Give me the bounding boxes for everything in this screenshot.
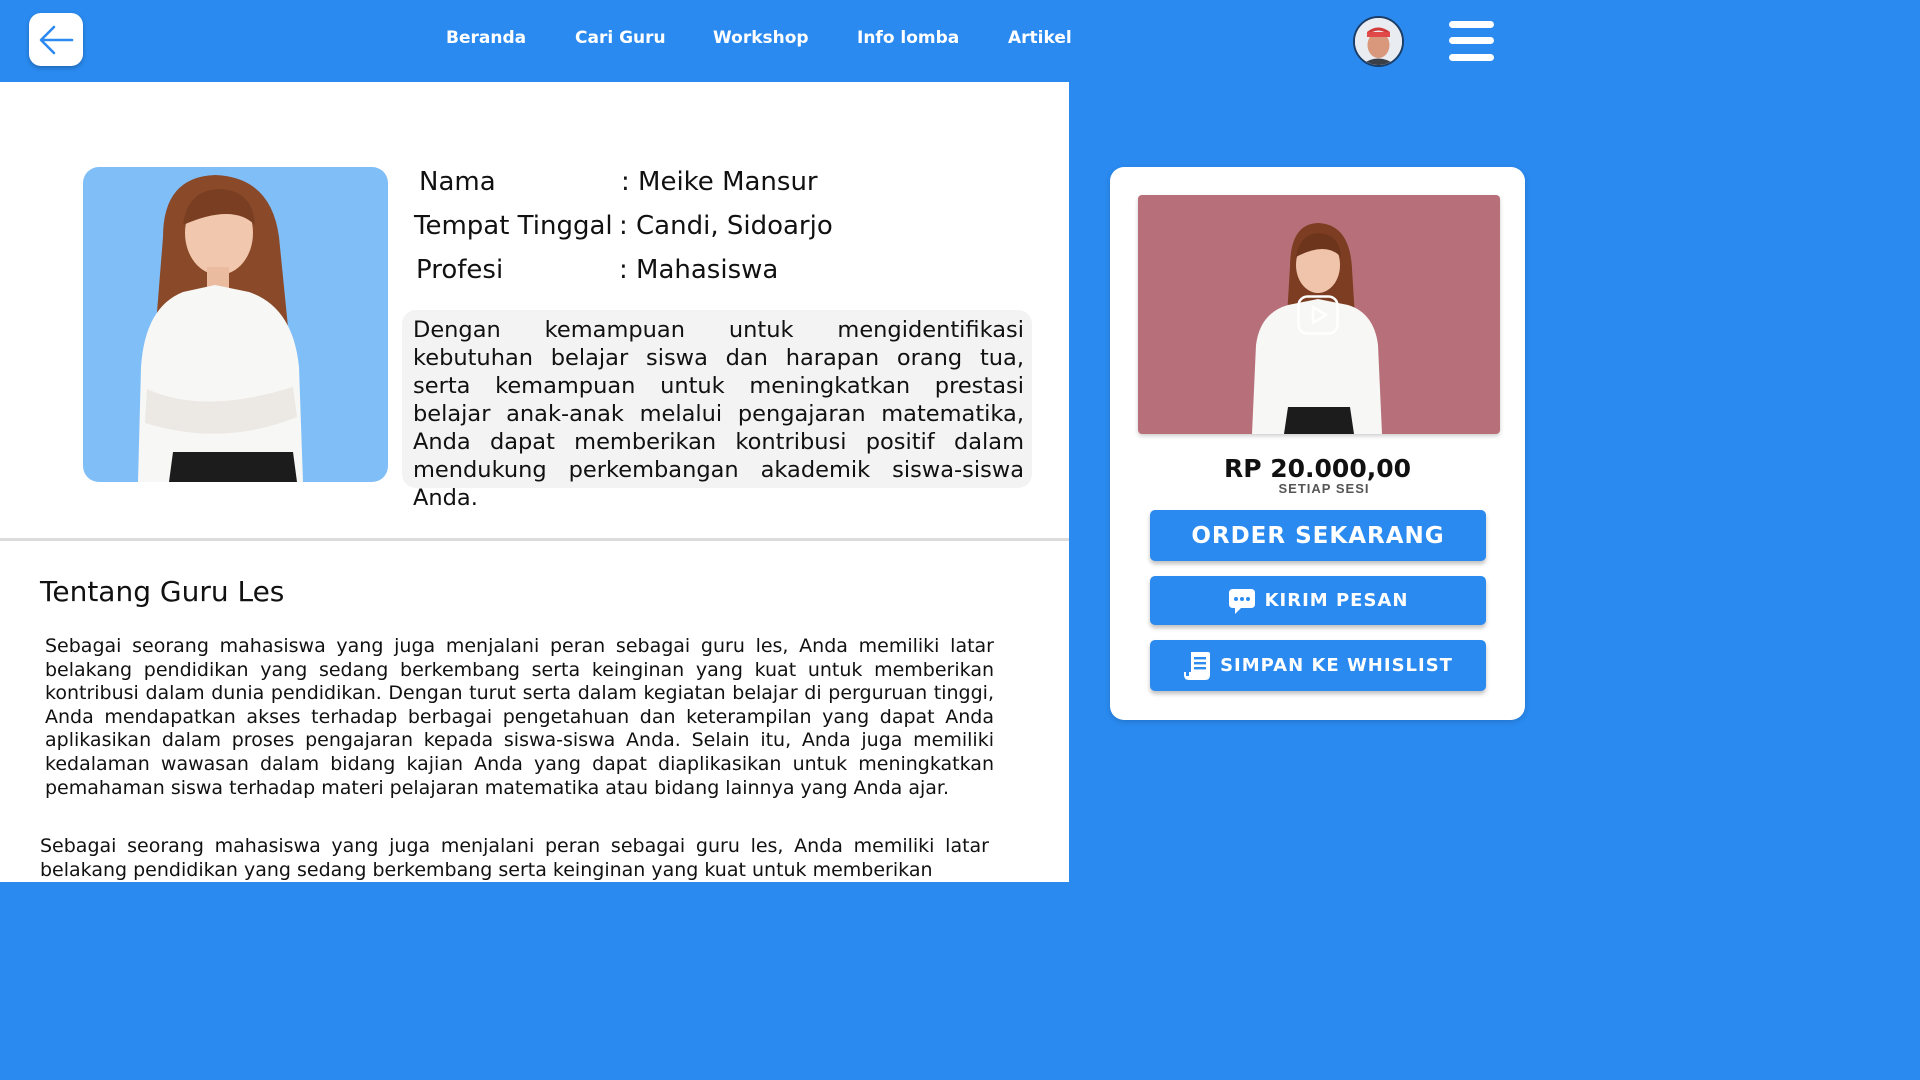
about-paragraph-1: Sebagai seorang mahasiswa yang juga menj… [45, 635, 994, 799]
nav-link-artikel[interactable]: Artikel [1008, 28, 1072, 48]
order-card: RP 20.000,00 SETIAP SESI ORDER SEKARANG … [1110, 167, 1525, 720]
section-divider [0, 538, 1069, 541]
nav-link-info-lomba[interactable]: Info lomba [857, 28, 959, 48]
about-section-title: Tentang Guru Les [40, 575, 285, 608]
tutor-photo [83, 167, 388, 482]
back-arrow-icon [39, 25, 74, 54]
profile-description: Dengan kemampuan untuk mengidentifikasi … [402, 310, 1032, 511]
chat-icon [1228, 588, 1255, 614]
order-now-button[interactable]: ORDER SEKARANG [1150, 510, 1486, 561]
send-message-label: KIRIM PESAN [1264, 590, 1409, 611]
hamburger-menu-icon [1449, 21, 1494, 28]
price-unit: SETIAP SESI [1278, 481, 1370, 496]
hamburger-menu-icon-line [1449, 54, 1494, 61]
price-per-session: RP 20.000,00 [1223, 454, 1412, 483]
name-value: : Meike Mansur [621, 167, 818, 197]
save-to-wishlist-label: SIMPAN KE WHISLIST [1220, 655, 1453, 676]
intro-video-thumbnail[interactable] [1138, 195, 1500, 434]
residence-label: Tempat Tinggal [414, 211, 613, 241]
back-button[interactable] [29, 13, 83, 66]
nav-link-cari-guru[interactable]: Cari Guru [575, 28, 666, 48]
play-video-button[interactable] [1297, 295, 1339, 335]
play-icon [1297, 295, 1339, 335]
hamburger-menu-button[interactable] [1449, 20, 1495, 62]
profile-description-text: Dengan kemampuan untuk mengidentifikasi … [413, 317, 1024, 511]
profession-value: : Mahasiswa [619, 255, 779, 285]
nav-link-beranda[interactable]: Beranda [446, 28, 526, 48]
hamburger-menu-icon-line [1449, 37, 1494, 44]
profession-label: Profesi [416, 255, 504, 285]
name-label: Nama [419, 167, 496, 197]
user-avatar[interactable] [1353, 16, 1404, 67]
avatar-image [1355, 18, 1402, 65]
profile-main-panel: Nama : Meike Mansur Tempat Tinggal : Can… [0, 82, 1069, 882]
about-paragraph-2: Sebagai seorang mahasiswa yang juga menj… [40, 835, 989, 881]
residence-value: : Candi, Sidoarjo [619, 211, 833, 241]
save-to-wishlist-button[interactable]: SIMPAN KE WHISLIST [1150, 640, 1486, 691]
wishlist-icon [1184, 651, 1211, 680]
nav-link-workshop[interactable]: Workshop [713, 28, 809, 48]
top-navigation-bar: Beranda Cari Guru Workshop Info lomba Ar… [0, 0, 1568, 82]
order-now-label: ORDER SEKARANG [1191, 522, 1445, 549]
send-message-button[interactable]: KIRIM PESAN [1150, 576, 1486, 625]
